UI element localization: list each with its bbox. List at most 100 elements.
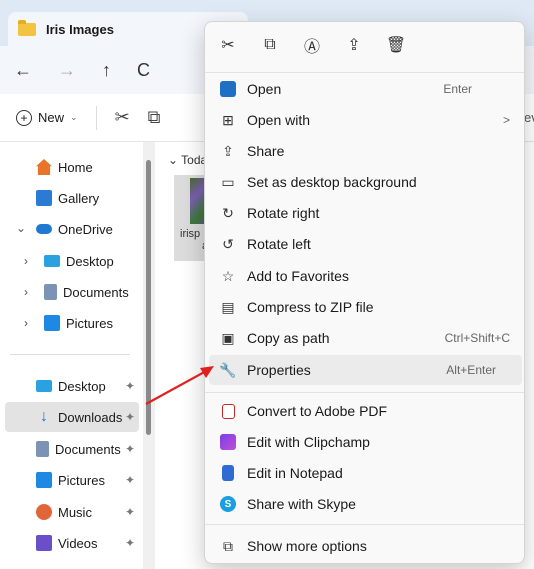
pin-icon[interactable]: ✦ — [125, 379, 135, 393]
menu-item-label: Open with — [247, 112, 311, 128]
desktop-icon — [44, 255, 60, 267]
open-with-icon: ⊞ — [222, 111, 234, 128]
menu-item-add-to-favorites[interactable]: ☆ Add to Favorites — [209, 261, 522, 291]
sidebar-item-pinned-documents[interactable]: Documents — [36, 434, 121, 464]
rotate-right-icon: ↻ — [222, 204, 234, 221]
new-button-label: New — [38, 110, 65, 125]
star-icon: ☆ — [221, 267, 235, 284]
sidebar-item-gallery[interactable]: Gallery — [36, 183, 99, 213]
menu-item-copy-as-path[interactable]: ▣ Copy as path Ctrl+Shift+C — [209, 323, 522, 353]
context-menu: ✂ ⧉ Ⓐ ⇪ 🗑 Open Enter ⊞ Open with > ⇪ Sha… — [204, 21, 525, 564]
skype-icon: S — [219, 495, 237, 513]
context-menu-quick-actions: ✂ ⧉ Ⓐ ⇪ 🗑 — [217, 32, 407, 58]
pin-icon[interactable]: ✦ — [125, 505, 135, 519]
menu-item-label: Open — [247, 81, 282, 97]
folder-icon — [18, 19, 36, 36]
menu-item-label: Compress to ZIP file — [247, 299, 374, 315]
new-button[interactable]: + New ⌄ — [16, 109, 78, 126]
rotate-left-icon: ↺ — [222, 235, 234, 252]
menu-item-label: Copy as path — [247, 330, 330, 346]
menu-item-label: Show more options — [247, 538, 367, 554]
sidebar-item-desktop[interactable]: Desktop — [44, 246, 114, 276]
menu-item-set-desktop-background[interactable]: ▭ Set as desktop background — [209, 167, 522, 197]
zip-icon: ▤ — [221, 298, 235, 315]
onedrive-icon — [36, 224, 52, 234]
menu-divider — [205, 524, 524, 525]
sidebar-item-downloads[interactable]: ↓ Downloads — [5, 402, 139, 432]
sidebar-item-music[interactable]: Music — [36, 497, 92, 527]
sidebar-item-pinned-pictures[interactable]: Pictures — [36, 465, 105, 495]
share-icon[interactable]: ⇪ — [343, 32, 365, 58]
menu-item-convert-adobe-pdf[interactable]: Convert to Adobe PDF — [209, 396, 522, 426]
copy-icon[interactable]: ⧉ — [148, 107, 161, 128]
sidebar-item-label: Pictures — [58, 472, 105, 488]
more-options-icon: ⧉ — [223, 537, 233, 554]
menu-item-open-with[interactable]: ⊞ Open with > — [209, 105, 522, 135]
forward-icon[interactable]: → — [58, 60, 76, 81]
menu-item-rotate-right[interactable]: ↻ Rotate right — [209, 198, 522, 228]
refresh-icon[interactable]: C — [137, 60, 150, 81]
notepad-icon — [219, 464, 237, 482]
videos-icon — [36, 535, 52, 551]
home-icon — [36, 159, 52, 175]
back-icon[interactable]: ← — [14, 60, 32, 81]
sidebar-item-home[interactable]: Home — [36, 152, 93, 182]
menu-item-label: Rotate right — [247, 205, 320, 221]
sidebar-item-pinned-desktop[interactable]: Desktop — [36, 371, 106, 401]
menu-item-share[interactable]: ⇪ Share — [209, 136, 522, 166]
chevron-right-icon[interactable]: › — [24, 285, 28, 299]
group-header[interactable]: ⌄ Toda — [168, 153, 207, 167]
menu-item-label: Share with Skype — [247, 496, 356, 512]
tab-title: Iris Images — [46, 21, 114, 37]
menu-item-compress-zip[interactable]: ▤ Compress to ZIP file — [209, 292, 522, 322]
menu-item-edit-clipchamp[interactable]: Edit with Clipchamp — [209, 427, 522, 457]
menu-item-label: Rotate left — [247, 236, 311, 252]
menu-item-share-skype[interactable]: S Share with Skype — [209, 489, 522, 519]
copy-icon[interactable]: ⧉ — [259, 32, 281, 58]
pictures-icon — [44, 315, 60, 331]
pin-icon[interactable]: ✦ — [125, 473, 135, 487]
sidebar-item-label: Music — [58, 504, 92, 520]
menu-item-show-more-options[interactable]: ⧉ Show more options — [209, 531, 522, 561]
annotation-arrow — [145, 366, 214, 405]
menu-divider — [205, 72, 524, 73]
sidebar-item-onedrive[interactable]: OneDrive — [36, 214, 113, 244]
chevron-right-icon[interactable]: › — [24, 254, 28, 268]
pin-icon[interactable]: ✦ — [125, 410, 135, 424]
pin-icon[interactable]: ✦ — [125, 536, 135, 550]
delete-icon[interactable]: 🗑 — [385, 32, 407, 58]
menu-item-open[interactable]: Open Enter — [209, 74, 522, 104]
sidebar-item-documents[interactable]: Documents — [44, 277, 129, 307]
plus-icon: + — [16, 109, 32, 126]
menu-item-edit-notepad[interactable]: Edit in Notepad — [209, 458, 522, 488]
menu-divider — [205, 392, 524, 393]
menu-item-shortcut: Ctrl+Shift+C — [444, 331, 510, 345]
cut-icon[interactable]: ✂ — [217, 32, 239, 58]
copy-path-icon: ▣ — [221, 329, 235, 346]
chevron-right-icon[interactable]: › — [24, 316, 28, 330]
sidebar-item-label: Documents — [63, 284, 129, 300]
menu-item-properties[interactable]: 🔧 Properties Alt+Enter — [209, 355, 522, 385]
cut-icon[interactable]: ✂ — [115, 107, 130, 128]
sidebar-item-label: Desktop — [58, 378, 106, 394]
sidebar-item-pictures[interactable]: Pictures — [44, 308, 113, 338]
open-icon — [219, 80, 237, 98]
sidebar-item-label: Pictures — [66, 315, 113, 331]
sidebar-item-label: Gallery — [58, 190, 100, 206]
menu-item-label: Edit with Clipchamp — [247, 434, 370, 450]
music-icon — [36, 504, 52, 520]
rename-icon[interactable]: Ⓐ — [301, 32, 323, 58]
pin-icon[interactable]: ✦ — [125, 442, 135, 456]
up-icon[interactable]: ↑ — [102, 60, 111, 81]
chevron-down-icon[interactable]: ⌄ — [16, 221, 26, 235]
desktop-icon — [36, 380, 52, 392]
documents-icon — [44, 284, 57, 300]
menu-item-label: Share — [247, 143, 285, 159]
sidebar-item-label: Videos — [58, 535, 98, 551]
sidebar-item-videos[interactable]: Videos — [36, 528, 98, 558]
arrow-shaft — [145, 369, 209, 405]
sidebar-divider — [10, 354, 130, 355]
chevron-down-icon: ⌄ — [70, 112, 78, 122]
menu-item-rotate-left[interactable]: ↺ Rotate left — [209, 229, 522, 259]
menu-item-label: Add to Favorites — [247, 268, 349, 284]
